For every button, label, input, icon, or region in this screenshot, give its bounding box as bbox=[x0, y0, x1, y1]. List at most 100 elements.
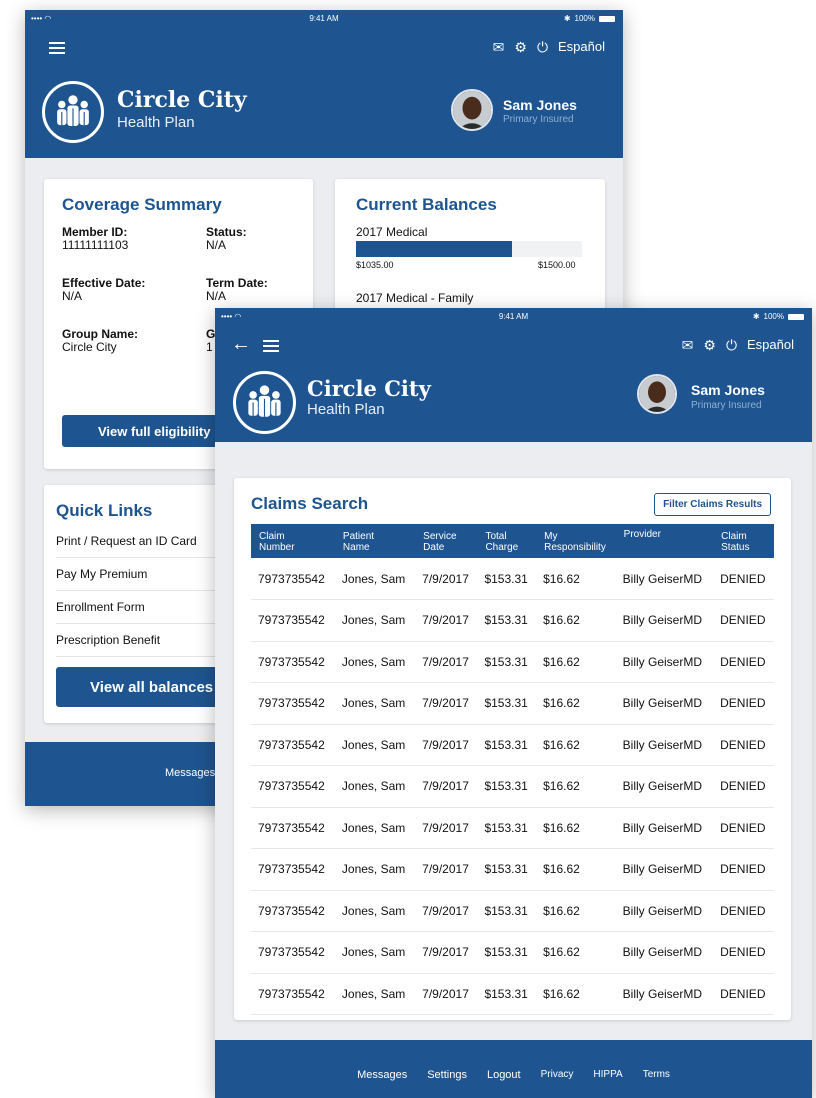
status-value: N/A bbox=[206, 238, 227, 252]
mail-icon[interactable]: ✉ bbox=[493, 40, 505, 54]
cell-claim-status: DENIED bbox=[713, 931, 774, 974]
power-icon[interactable]: ⏻ bbox=[726, 338, 737, 352]
cell-patient-name: Jones, Sam bbox=[334, 931, 416, 974]
table-row[interactable]: 7973735542 Jones, Sam 7/9/2017 $153.31 $16.6… bbox=[251, 682, 774, 725]
table-row[interactable]: 7973735542 Jones, Sam 7/9/2017 $153.31 $16.6… bbox=[251, 973, 774, 1015]
cell-provider: Billy GeiserMD bbox=[615, 641, 714, 683]
user-role: Primary Insured bbox=[503, 114, 574, 125]
cell-patient-name: Jones, Sam bbox=[334, 724, 416, 766]
cell-total-charge: $153.31 bbox=[477, 558, 537, 600]
mail-icon[interactable]: ✉ bbox=[682, 338, 694, 352]
avatar[interactable] bbox=[637, 374, 677, 414]
status-label: Status: bbox=[206, 225, 247, 239]
hamburger-icon[interactable] bbox=[263, 340, 279, 352]
table-row[interactable]: 7973735542 Jones, Sam 7/9/2017 $153.31 $16.6… bbox=[251, 848, 774, 891]
current-balances-title: Current Balances bbox=[356, 195, 497, 214]
battery-icon bbox=[599, 15, 615, 22]
balance-limit: $1500.00 bbox=[538, 260, 576, 270]
brand-header: Circle City Health Plan Sam Jones Primar… bbox=[215, 364, 812, 442]
member-id-value: 11111111103 bbox=[62, 238, 129, 252]
table-row[interactable]: 7973735542 Jones, Sam 7/9/2017 $153.31 $16.6… bbox=[251, 558, 774, 600]
cell-total-charge: $153.31 bbox=[477, 599, 537, 642]
cell-claim-status: DENIED bbox=[713, 682, 774, 725]
cell-my-responsibility: $16.62 bbox=[536, 641, 616, 683]
nav-bar: ← ✉ ⚙ ⏻ Español bbox=[215, 326, 812, 364]
footer-links: Messages Settings Logout Privacy HIPPA T… bbox=[215, 1069, 812, 1081]
cell-patient-name: Jones, Sam bbox=[334, 599, 416, 642]
cell-patient-name: Jones, Sam bbox=[334, 682, 416, 725]
table-row[interactable]: 7973735542 Jones, Sam 7/9/2017 $153.31 $16.6… bbox=[251, 807, 774, 849]
column-header-patient-name[interactable]: Patient Name bbox=[334, 524, 416, 558]
footer-link-hippa[interactable]: HIPPA bbox=[593, 1069, 622, 1081]
group-number-value: 1 bbox=[206, 340, 213, 354]
column-header-claim-status[interactable]: Claim Status bbox=[713, 524, 774, 558]
language-toggle[interactable]: Español bbox=[747, 337, 794, 352]
claims-table-body: 7973735542 Jones, Sam 7/9/2017 $153.31 $16.6… bbox=[251, 558, 774, 1015]
bluetooth-icon: ✱ bbox=[563, 14, 571, 23]
table-row[interactable]: 7973735542 Jones, Sam 7/9/2017 $153.31 $16.6… bbox=[251, 641, 774, 683]
battery-percent: 100% bbox=[763, 312, 784, 321]
balance-spent: $1035.00 bbox=[356, 260, 394, 270]
claims-table: Claim Number Patient Name Service Date Tota… bbox=[251, 524, 774, 1015]
hamburger-icon[interactable] bbox=[49, 42, 65, 54]
cell-patient-name: Jones, Sam bbox=[334, 641, 416, 683]
cell-total-charge: $153.31 bbox=[477, 682, 537, 725]
column-header-service-date[interactable]: Service Date bbox=[415, 524, 478, 558]
cell-total-charge: $153.31 bbox=[477, 848, 537, 891]
cell-my-responsibility: $16.62 bbox=[536, 682, 616, 725]
back-arrow-icon[interactable]: ← bbox=[231, 334, 251, 354]
balance-progress-fill bbox=[356, 241, 512, 257]
footer-link-privacy[interactable]: Privacy bbox=[541, 1069, 574, 1081]
cell-total-charge: $153.31 bbox=[477, 724, 537, 766]
power-icon[interactable]: ⏻ bbox=[537, 40, 548, 54]
brand-subtitle: Health Plan bbox=[117, 114, 195, 131]
cell-service-date: 7/9/2017 bbox=[415, 807, 478, 849]
table-row[interactable]: 7973735542 Jones, Sam 7/9/2017 $153.31 $16.6… bbox=[251, 931, 774, 974]
cell-claim-number: 7973735542 bbox=[251, 682, 335, 725]
cell-service-date: 7/9/2017 bbox=[415, 724, 478, 766]
table-row[interactable]: 7973735542 Jones, Sam 7/9/2017 $153.31 $16.6… bbox=[251, 765, 774, 808]
gear-icon[interactable]: ⚙ bbox=[514, 40, 527, 54]
claims-search-card: Claims Search Filter Claims Results Clai… bbox=[234, 478, 791, 1020]
cell-claim-status: DENIED bbox=[713, 848, 774, 891]
table-row[interactable]: 7973735542 Jones, Sam 7/9/2017 $153.31 $16.6… bbox=[251, 890, 774, 932]
quick-links-title: Quick Links bbox=[56, 501, 153, 520]
footer-link-logout[interactable]: Logout bbox=[487, 1069, 521, 1081]
cell-patient-name: Jones, Sam bbox=[334, 558, 416, 600]
column-header-my-responsibility[interactable]: My Responsibility bbox=[536, 524, 616, 558]
cell-my-responsibility: $16.62 bbox=[536, 765, 616, 808]
coverage-summary-title: Coverage Summary bbox=[62, 195, 222, 214]
cell-claim-number: 7973735542 bbox=[251, 765, 335, 808]
cell-service-date: 7/9/2017 bbox=[415, 973, 478, 1015]
user-name: Sam Jones bbox=[691, 382, 765, 398]
cell-service-date: 7/9/2017 bbox=[415, 931, 478, 974]
language-toggle[interactable]: Español bbox=[558, 39, 605, 54]
cell-claim-number: 7973735542 bbox=[251, 724, 335, 766]
cell-claim-status: DENIED bbox=[713, 641, 774, 683]
term-date-value: N/A bbox=[206, 289, 227, 303]
table-row[interactable]: 7973735542 Jones, Sam 7/9/2017 $153.31 $16.6… bbox=[251, 724, 774, 766]
column-header-provider[interactable]: Provider bbox=[615, 524, 714, 558]
claims-table-header: Claim Number Patient Name Service Date Tota… bbox=[251, 524, 774, 558]
cell-my-responsibility: $16.62 bbox=[536, 890, 616, 932]
cell-service-date: 7/9/2017 bbox=[415, 682, 478, 725]
column-header-claim-number[interactable]: Claim Number bbox=[251, 524, 335, 558]
filter-claims-button[interactable]: Filter Claims Results bbox=[654, 493, 771, 516]
cell-provider: Billy GeiserMD bbox=[615, 682, 714, 725]
gear-icon[interactable]: ⚙ bbox=[703, 338, 716, 352]
avatar[interactable] bbox=[451, 89, 493, 131]
cell-claim-status: DENIED bbox=[713, 973, 774, 1015]
cell-claim-number: 7973735542 bbox=[251, 558, 335, 600]
table-row[interactable]: 7973735542 Jones, Sam 7/9/2017 $153.31 $16.6… bbox=[251, 599, 774, 642]
cell-provider: Billy GeiserMD bbox=[615, 807, 714, 849]
footer-link-messages[interactable]: Messages bbox=[357, 1069, 407, 1081]
claims-search-title: Claims Search bbox=[251, 494, 369, 513]
column-header-total-charge[interactable]: Total Charge bbox=[477, 524, 537, 558]
balance-progress-bar bbox=[356, 241, 582, 257]
current-balances-card: Current Balances 2017 Medical $1035.00 $… bbox=[335, 179, 605, 319]
footer-link-terms[interactable]: Terms bbox=[643, 1069, 670, 1081]
footer-messages-link[interactable]: Messages bbox=[165, 767, 215, 779]
effective-date-value: N/A bbox=[62, 289, 83, 303]
footer-link-settings[interactable]: Settings bbox=[427, 1069, 467, 1081]
cell-patient-name: Jones, Sam bbox=[334, 973, 416, 1015]
